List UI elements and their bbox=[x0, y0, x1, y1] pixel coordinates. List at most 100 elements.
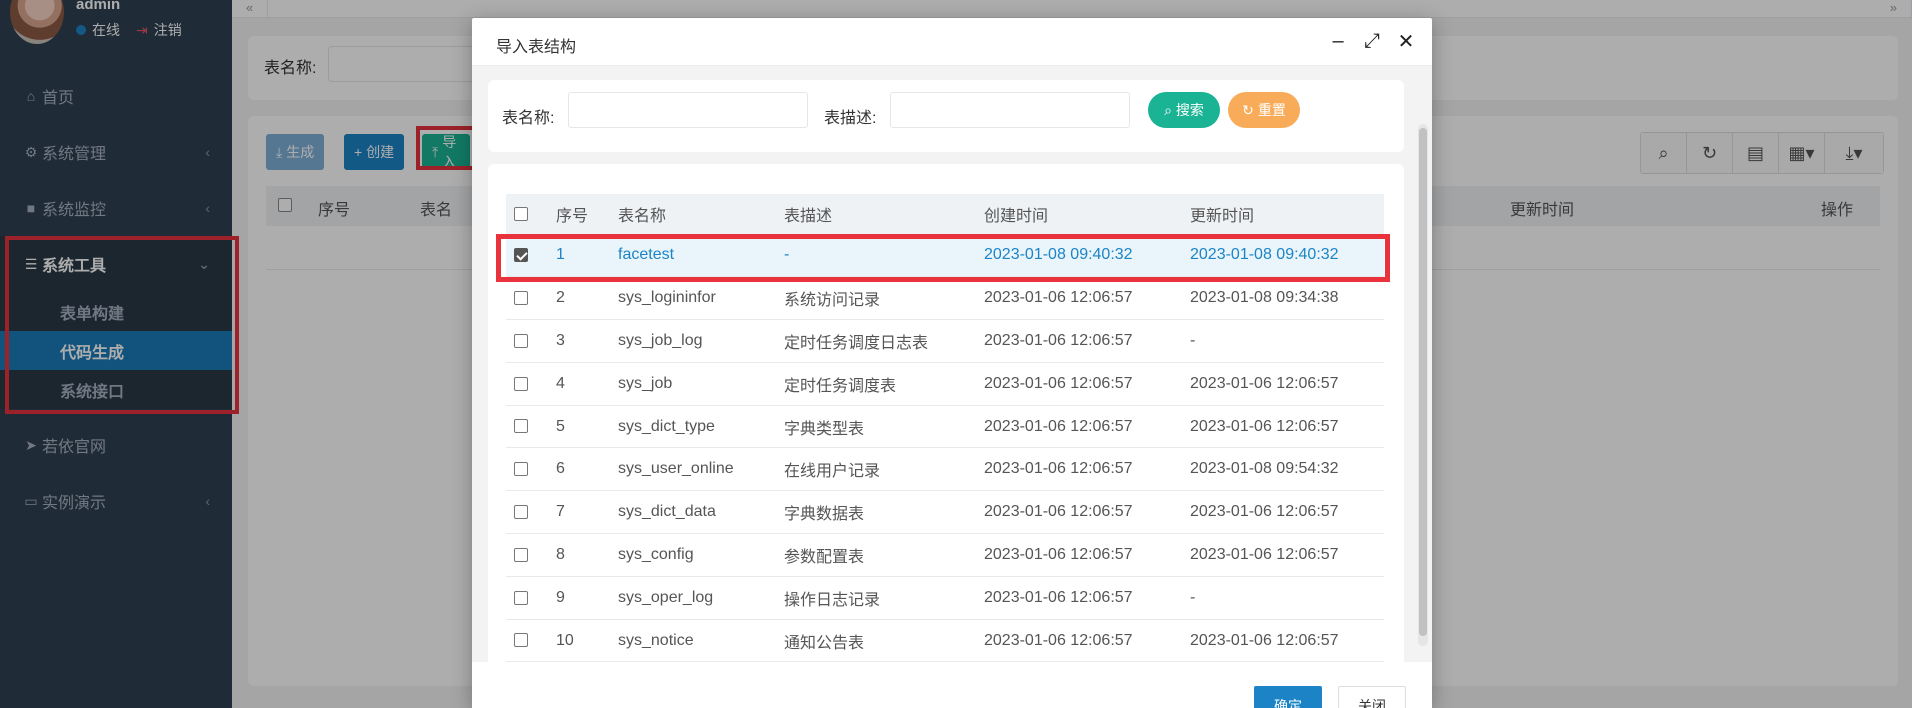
row-checkbox[interactable] bbox=[514, 504, 528, 519]
cell-seq: 6 bbox=[548, 447, 610, 492]
cell-created: 2023-01-06 12:06:57 bbox=[976, 405, 1182, 449]
row-select-cell bbox=[506, 319, 548, 363]
dialog-title: 导入表结构 bbox=[496, 39, 577, 56]
cell-table-desc: 字典数据表 bbox=[776, 490, 976, 535]
search-button[interactable]: ⌕ 搜索 bbox=[1148, 92, 1220, 128]
cell-created: 2023-01-06 12:06:57 bbox=[976, 276, 1182, 321]
cell-updated: 2023-01-06 12:06:57 bbox=[1182, 490, 1384, 535]
cell-updated: - bbox=[1182, 576, 1384, 620]
table-row[interactable]: 10 sys_notice 通知公告表 2023-01-06 12:06:57 2023… bbox=[506, 619, 1384, 662]
row-checkbox[interactable] bbox=[514, 633, 528, 648]
row-checkbox[interactable] bbox=[514, 462, 528, 477]
row-checkbox[interactable] bbox=[514, 290, 528, 305]
cell-table-name: sys_user_online bbox=[610, 447, 776, 492]
cell-table-desc: 系统访问记录 bbox=[776, 276, 976, 321]
row-select-cell bbox=[506, 576, 548, 620]
cell-table-name: sys_dict_type bbox=[610, 405, 776, 449]
cell-seq: 2 bbox=[548, 276, 610, 321]
cell-seq: 3 bbox=[548, 319, 610, 363]
cell-table-name: sys_oper_log bbox=[610, 576, 776, 620]
row-checkbox[interactable] bbox=[514, 376, 528, 391]
cell-updated: 2023-01-06 12:06:57 bbox=[1182, 405, 1384, 449]
table-header-row: 序号 表名称 表描述 创建时间 更新时间 bbox=[506, 194, 1384, 234]
row-select-cell bbox=[506, 533, 548, 577]
table-row[interactable]: 9 sys_oper_log 操作日志记录 2023-01-06 12:06:57- bbox=[506, 576, 1384, 620]
cell-seq: 5 bbox=[548, 405, 610, 449]
row-checkbox[interactable] bbox=[514, 419, 528, 434]
cell-created: 2023-01-06 12:06:57 bbox=[976, 362, 1182, 406]
dialog-body: 表名称: 表描述: ⌕ 搜索 ↻ 重置 序号 表名称 表描述 创建时间 更新时间… bbox=[472, 66, 1432, 662]
table-row[interactable]: 7 sys_dict_data 字典数据表 2023-01-06 12:06:57 20… bbox=[506, 490, 1384, 535]
row-select-cell bbox=[506, 276, 548, 321]
table-name-input[interactable] bbox=[568, 92, 808, 128]
row-select-cell bbox=[506, 405, 548, 449]
cell-updated: 2023-01-06 12:06:57 bbox=[1182, 619, 1384, 662]
search-button-label: 搜索 bbox=[1175, 102, 1204, 118]
cell-updated: 2023-01-06 12:06:57 bbox=[1182, 362, 1384, 406]
refresh-icon: ↻ bbox=[1242, 101, 1254, 118]
dialog-footer: 确定 关闭 bbox=[472, 662, 1432, 708]
confirm-button[interactable]: 确定 bbox=[1254, 686, 1322, 708]
table-row[interactable]: 4 sys_job 定时任务调度表 2023-01-06 12:06:57 2023-0… bbox=[506, 362, 1384, 406]
table-name-label: 表名称: bbox=[502, 110, 555, 127]
cell-table-desc: 字典类型表 bbox=[776, 405, 976, 449]
reset-button-label: 重置 bbox=[1257, 102, 1286, 118]
row-select-cell bbox=[506, 234, 548, 278]
row-select-cell bbox=[506, 490, 548, 535]
row-select-cell bbox=[506, 619, 548, 662]
cell-seq: 4 bbox=[548, 362, 610, 406]
cell-created: 2023-01-06 12:06:57 bbox=[976, 447, 1182, 492]
cell-table-desc: 操作日志记录 bbox=[776, 576, 976, 620]
cell-table-desc: 定时任务调度日志表 bbox=[776, 319, 976, 363]
cell-created: 2023-01-06 12:06:57 bbox=[976, 576, 1182, 620]
cell-table-name: sys_job bbox=[610, 362, 776, 406]
import-table-dialog: 导入表结构 – ⤢ ✕ 表名称: 表描述: ⌕ 搜索 ↻ 重置 序号 表名称 表… bbox=[472, 18, 1432, 708]
row-checkbox[interactable] bbox=[514, 547, 528, 562]
cell-table-desc: 参数配置表 bbox=[776, 533, 976, 577]
cell-updated: 2023-01-08 09:34:38 bbox=[1182, 276, 1384, 321]
dialog-scrollbar[interactable] bbox=[1418, 124, 1428, 646]
close-button[interactable]: 关闭 bbox=[1338, 686, 1406, 708]
maximize-icon[interactable]: ⤢ bbox=[1362, 30, 1382, 52]
cell-seq: 8 bbox=[548, 533, 610, 577]
search-icon: ⌕ bbox=[1164, 101, 1172, 118]
col-created: 创建时间 bbox=[976, 194, 1182, 234]
table-row[interactable]: 3 sys_job_log 定时任务调度日志表 2023-01-06 12:06:57… bbox=[506, 319, 1384, 363]
db-table-list: 序号 表名称 表描述 创建时间 更新时间 1 facetest -2023-01-0… bbox=[506, 194, 1384, 662]
cell-table-desc: 定时任务调度表 bbox=[776, 362, 976, 406]
select-all-cell bbox=[506, 194, 548, 234]
minimize-icon[interactable]: – bbox=[1328, 30, 1348, 52]
table-row[interactable]: 5 sys_dict_type 字典类型表 2023-01-06 12:06:57 20… bbox=[506, 405, 1384, 449]
cell-updated: 2023-01-08 09:40:32 bbox=[1182, 234, 1384, 278]
cell-table-name: sys_notice bbox=[610, 619, 776, 662]
table-desc-input[interactable] bbox=[890, 92, 1130, 128]
table-row[interactable]: 8 sys_config 参数配置表 2023-01-06 12:06:57 2023-… bbox=[506, 533, 1384, 577]
col-updated: 更新时间 bbox=[1182, 194, 1384, 234]
cell-table-name: sys_logininfor bbox=[610, 276, 776, 321]
scrollbar-thumb[interactable] bbox=[1419, 128, 1427, 636]
row-select-cell bbox=[506, 362, 548, 406]
cell-created: 2023-01-06 12:06:57 bbox=[976, 533, 1182, 577]
table-row[interactable]: 6 sys_user_online 在线用户记录 2023-01-06 12:06:5… bbox=[506, 447, 1384, 492]
row-checkbox[interactable] bbox=[514, 247, 528, 262]
table-row[interactable]: 2 sys_logininfor 系统访问记录 2023-01-06 12:06:57… bbox=[506, 276, 1384, 321]
reset-button[interactable]: ↻ 重置 bbox=[1228, 92, 1300, 128]
cell-table-name: sys_config bbox=[610, 533, 776, 577]
dialog-controls: – ⤢ ✕ bbox=[1328, 30, 1416, 53]
row-checkbox[interactable] bbox=[514, 590, 528, 605]
col-table-desc: 表描述 bbox=[776, 194, 976, 234]
cell-seq: 7 bbox=[548, 490, 610, 535]
cell-updated: - bbox=[1182, 319, 1384, 363]
close-icon[interactable]: ✕ bbox=[1396, 30, 1416, 53]
cell-updated: 2023-01-06 12:06:57 bbox=[1182, 533, 1384, 577]
cell-seq: 1 bbox=[548, 234, 610, 278]
cell-table-desc: - bbox=[776, 234, 976, 278]
row-checkbox[interactable] bbox=[514, 333, 528, 348]
cell-updated: 2023-01-08 09:54:32 bbox=[1182, 447, 1384, 492]
table-row[interactable]: 1 facetest -2023-01-08 09:40:32 2023-01-08 … bbox=[506, 234, 1384, 278]
cell-table-desc: 通知公告表 bbox=[776, 619, 976, 662]
cell-table-desc: 在线用户记录 bbox=[776, 447, 976, 492]
table-desc-label: 表描述: bbox=[824, 110, 877, 127]
cell-created: 2023-01-06 12:06:57 bbox=[976, 619, 1182, 662]
select-all-checkbox[interactable] bbox=[514, 206, 528, 221]
